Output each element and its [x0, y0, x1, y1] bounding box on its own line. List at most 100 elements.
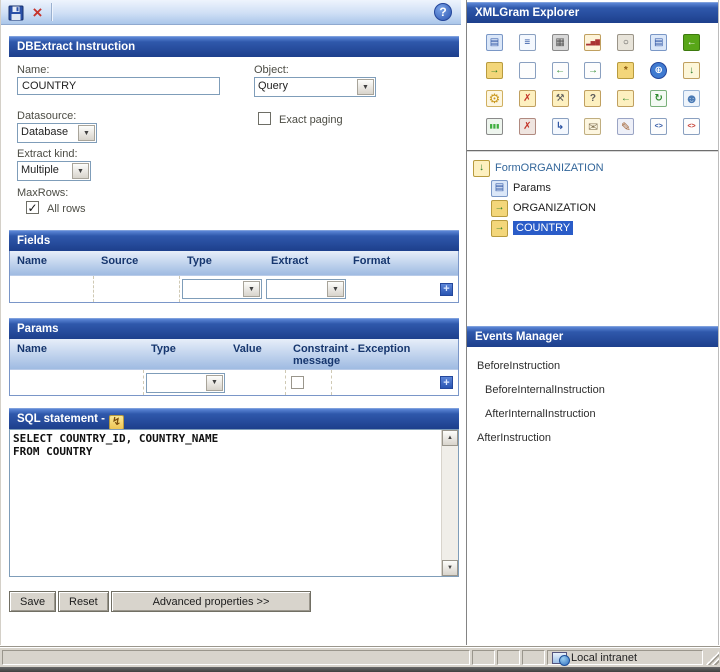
mail-icon[interactable]: ✉ [584, 118, 601, 135]
build-import-icon[interactable]: ⚒ [552, 90, 569, 107]
import-left-icon[interactable]: ← [617, 90, 634, 107]
no-build-icon[interactable]: ✗ [519, 118, 536, 135]
fields-row-source-cell[interactable] [94, 276, 180, 302]
params-row-name-cell[interactable] [10, 370, 144, 395]
params-table: Name Type Value Constraint - Exception m… [9, 339, 459, 396]
tree-item-label[interactable]: FormORGANIZATION [495, 162, 604, 174]
toolbar: × ? [1, 0, 461, 25]
help-icon[interactable]: ? [434, 3, 452, 21]
datasource-select[interactable]: Database [17, 123, 97, 143]
params-form-icon[interactable]: ▤ [486, 34, 503, 51]
fields-col-format: Format [346, 251, 458, 269]
scroll-down-icon[interactable] [442, 560, 458, 576]
db-export-icon[interactable]: → [486, 62, 503, 79]
tree-item-formorganization[interactable]: ↓FormORGANIZATION [473, 158, 604, 178]
object-select[interactable]: Query [254, 77, 376, 97]
sql-edit-icon[interactable]: ↯ [109, 415, 124, 430]
web-service-icon[interactable]: ⊕ [650, 62, 667, 79]
fields-col-type: Type [180, 251, 264, 269]
exact-paging-checkbox[interactable] [258, 112, 271, 125]
params-row-value-cell[interactable] [226, 370, 286, 395]
zone-text: Local intranet [571, 652, 637, 664]
xml-export-icon[interactable]: <> [683, 118, 700, 135]
datasource-selected-value: Database [18, 124, 77, 142]
sql-statement-textarea[interactable]: SELECT COUNTRY_ID, COUNTRY_NAME FROM COU… [13, 432, 438, 574]
design-tools-icon[interactable]: ✎ [617, 118, 634, 135]
delete-import-icon[interactable]: ✗ [519, 90, 536, 107]
event-item-afterinternalinstruction[interactable]: AfterInternalInstruction [477, 402, 605, 426]
fields-row-type-select[interactable] [182, 279, 262, 299]
fields-add-row-button[interactable] [440, 283, 453, 296]
tree-item-label[interactable]: Params [513, 182, 551, 194]
params-col-type: Type [144, 339, 226, 357]
document-icon[interactable]: ≡ [519, 34, 536, 51]
tree-item-country[interactable]: → COUNTRY [491, 218, 604, 238]
user-icon[interactable]: ☻ [683, 90, 700, 107]
params-column-headers: Name Type Value Constraint - Exception m… [10, 339, 458, 369]
progress-icon[interactable]: ▮▮▮ [486, 118, 503, 135]
event-item-beforeinstruction[interactable]: BeforeInstruction [477, 354, 605, 378]
object-selected-value: Query [255, 78, 356, 96]
fields-row-extract-select[interactable] [266, 279, 346, 299]
xmlgram-explorer-header: XMLGram Explorer [467, 2, 718, 23]
event-item-afterinstruction[interactable]: AfterInstruction [477, 426, 605, 450]
doc-export-icon[interactable]: → [584, 62, 601, 79]
refresh-icon[interactable]: ↻ [650, 90, 667, 107]
gear-icon[interactable]: ⚙ [486, 90, 503, 107]
params-type-dropdown-arrow-icon[interactable] [206, 375, 223, 391]
db-export-icon: → [491, 200, 508, 217]
tree-item-organization[interactable]: → ORGANIZATION [491, 198, 604, 218]
tree-item-label[interactable]: COUNTRY [513, 221, 573, 235]
resize-grip[interactable] [704, 650, 719, 665]
doc-import-icon[interactable]: ← [552, 62, 569, 79]
extract-kind-select[interactable]: Multiple [17, 161, 91, 181]
save-icon[interactable] [7, 4, 24, 21]
params-empty-row [10, 369, 458, 395]
fields-extract-dropdown-arrow-icon[interactable] [327, 281, 344, 297]
db-export-icon: → [491, 220, 508, 237]
local-intranet-icon [552, 652, 567, 664]
find-import-icon[interactable]: ? [584, 90, 601, 107]
fields-row-name-cell[interactable] [10, 276, 94, 302]
reset-button[interactable]: Reset [58, 591, 109, 612]
status-panel-1 [472, 650, 495, 665]
sql-scrollbar[interactable] [441, 430, 458, 576]
datasource-dropdown-arrow-icon[interactable] [78, 125, 95, 141]
new-document-icon[interactable] [519, 62, 536, 79]
params-form-icon: ▤ [491, 180, 508, 197]
docs-update-icon[interactable]: ↓ [683, 62, 700, 79]
event-item-beforeinternalinstruction[interactable]: BeforeInternalInstruction [477, 378, 605, 402]
close-icon[interactable]: × [29, 4, 46, 21]
extract-kind-dropdown-arrow-icon[interactable] [72, 163, 89, 179]
advanced-properties-button[interactable]: Advanced properties >> [111, 591, 311, 612]
fields-extract-value [267, 280, 326, 298]
object-dropdown-arrow-icon[interactable] [357, 79, 374, 95]
tree-item-label[interactable]: ORGANIZATION [513, 202, 596, 214]
all-rows-checkbox[interactable]: ✓ [26, 201, 39, 214]
save-button[interactable]: Save [9, 591, 56, 612]
exact-paging-label: Exact paging [279, 114, 343, 126]
status-bar: Local intranet [0, 646, 720, 667]
window-bottom-edge [0, 667, 720, 672]
params-copy-icon[interactable]: ▤ [650, 34, 667, 51]
params-add-row-button[interactable] [440, 376, 453, 389]
memory-chip-icon[interactable]: ▦ [552, 34, 569, 51]
params-constraint-checkbox[interactable] [291, 376, 304, 389]
params-row-type-select[interactable] [146, 373, 225, 393]
search-icon[interactable]: ○ [617, 34, 634, 51]
xmlgram-tree: ↓FormORGANIZATION ▤ Params → ORGANIZATION → CO… [473, 158, 604, 238]
xml-gear-icon[interactable]: <> [650, 118, 667, 135]
status-main-panel [2, 650, 470, 665]
events-manager-header: Events Manager [467, 326, 718, 347]
doc-flow-icon[interactable]: ↳ [552, 118, 569, 135]
name-input[interactable] [17, 77, 220, 95]
events-list: BeforeInstructionBeforeInternalInstructi… [477, 354, 605, 450]
status-panel-3 [522, 650, 545, 665]
fields-column-headers: Name Source Type Extract Format [10, 251, 458, 275]
scroll-up-icon[interactable] [442, 430, 458, 446]
import-icon[interactable]: ← [683, 34, 700, 51]
tree-item-params[interactable]: ▤ Params [491, 178, 604, 198]
chart-icon[interactable]: ▂▅▇ [584, 34, 601, 51]
db-wizard-icon[interactable]: * [617, 62, 634, 79]
fields-type-dropdown-arrow-icon[interactable] [243, 281, 260, 297]
